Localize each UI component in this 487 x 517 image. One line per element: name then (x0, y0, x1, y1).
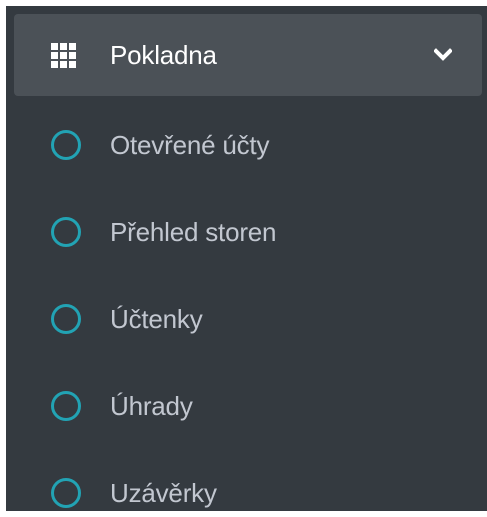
grid-icon (51, 43, 76, 68)
sidebar-submenu: Otevřené účty Přehled storen Účtenky Úhr… (6, 106, 487, 511)
sidebar-item-label: Účtenky (110, 304, 203, 334)
sidebar-item-label: Přehled storen (110, 217, 277, 247)
sidebar-item-label: Uzávěrky (110, 478, 217, 508)
circle-icon (51, 478, 81, 508)
chevron-down-icon[interactable] (434, 48, 452, 62)
sidebar-item-otevrene-ucty[interactable]: Otevřené účty (6, 106, 487, 193)
sidebar-item-uctenky[interactable]: Účtenky (6, 280, 487, 367)
circle-icon (51, 217, 81, 247)
circle-icon (51, 304, 81, 334)
sidebar-section-pokladna[interactable]: Pokladna (14, 14, 482, 96)
sidebar: Pokladna Otevřené účty Přehled storen Úč… (6, 6, 487, 511)
sidebar-item-label: Úhrady (110, 391, 193, 421)
sidebar-item-label: Otevřené účty (110, 130, 270, 160)
sidebar-item-uhrady[interactable]: Úhrady (6, 367, 487, 454)
circle-icon (51, 391, 81, 421)
sidebar-item-prehled-storen[interactable]: Přehled storen (6, 193, 487, 280)
sidebar-item-uzaverky[interactable]: Uzávěrky (6, 454, 487, 511)
sidebar-section-label: Pokladna (110, 40, 217, 70)
circle-icon (51, 130, 81, 160)
